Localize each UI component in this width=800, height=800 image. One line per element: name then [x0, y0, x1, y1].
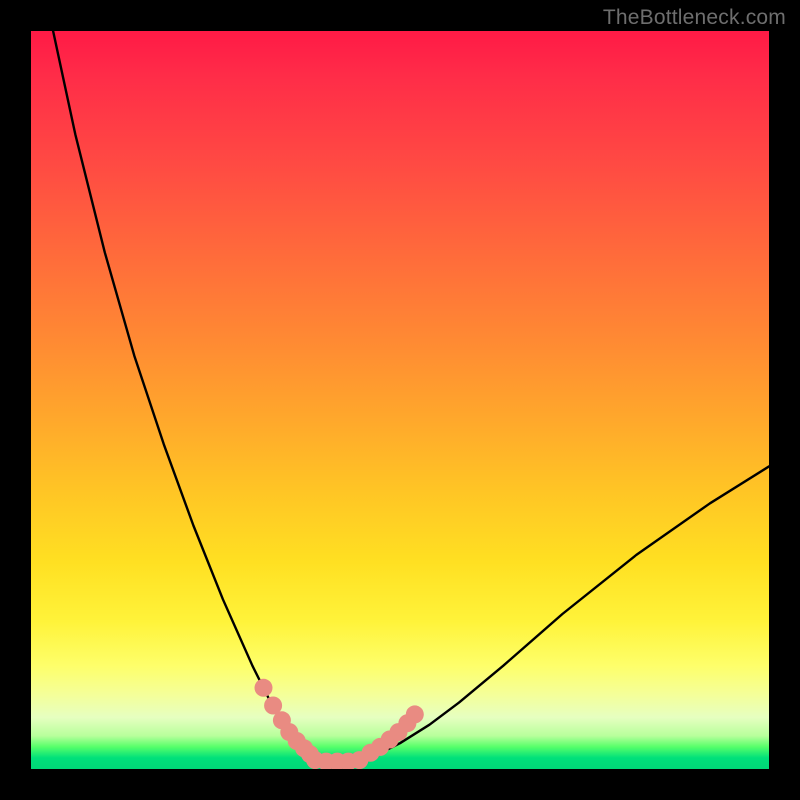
plot-area — [31, 31, 769, 769]
marker-dot — [406, 705, 424, 723]
bottleneck-curve-path — [53, 31, 769, 762]
curve-svg — [31, 31, 769, 769]
marker-group — [255, 679, 424, 769]
watermark-text: TheBottleneck.com — [603, 6, 786, 30]
bottleneck-curve — [53, 31, 769, 762]
chart-frame: TheBottleneck.com — [0, 0, 800, 800]
marker-dot — [255, 679, 273, 697]
